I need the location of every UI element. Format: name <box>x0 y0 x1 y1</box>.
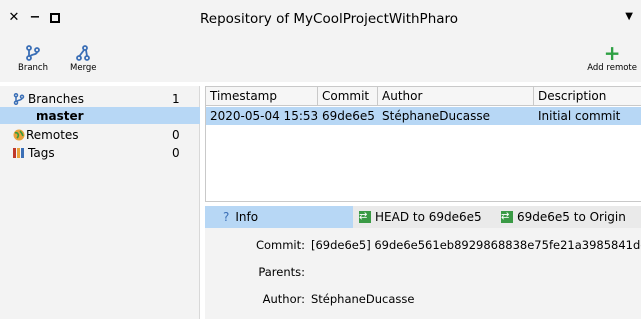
info-row-commit: Commit: [69de6e5] 69de6e561eb8929868838e… <box>205 237 641 253</box>
branch-button[interactable]: Branch <box>18 44 48 73</box>
detail-tabs: ? Info HEAD to 69de6e5 69de6e5 to Origin <box>205 206 641 228</box>
parents-label: Parents: <box>258 265 305 279</box>
repository-sidebar: Branches 1 master Remotes 0 Tags 0 <box>0 86 200 319</box>
merge-icon <box>76 44 91 62</box>
tab-info[interactable]: ? Info <box>205 206 353 228</box>
sidebar-item-branches[interactable]: Branches 1 <box>0 90 200 107</box>
sidebar-item-label: Tags <box>28 145 55 160</box>
branch-button-label: Branch <box>18 63 48 73</box>
tab-label: Info <box>235 210 259 224</box>
globe-icon <box>12 129 26 141</box>
branch-icon <box>26 44 40 62</box>
close-icon[interactable]: ✕ <box>8 11 20 25</box>
question-icon: ? <box>223 210 230 224</box>
commit-label: Commit: <box>255 238 305 252</box>
tab-head-diff[interactable]: HEAD to 69de6e5 <box>359 206 499 228</box>
merge-button[interactable]: Merge <box>70 44 97 73</box>
tab-label: HEAD to 69de6e5 <box>375 210 482 224</box>
tab-label: 69de6e5 to Origin <box>517 210 626 224</box>
cell-commit: 69de6e5 <box>322 109 375 123</box>
cell-description: Initial commit <box>538 109 621 123</box>
commit-table: Timestamp Commit Author Description 2020… <box>205 86 641 202</box>
sidebar-item-label: Branches <box>28 91 84 106</box>
diff-icon <box>359 206 371 228</box>
chevron-down-icon[interactable]: ▼ <box>625 11 633 22</box>
sidebar-item-remotes[interactable]: Remotes 0 <box>0 126 200 143</box>
toolbar: Branch Merge + Add remote <box>0 40 641 82</box>
author-label: Author: <box>262 292 305 306</box>
merge-button-label: Merge <box>70 63 97 73</box>
commit-value: [69de6e5] 69de6e561eb8929868838e75fe21a3… <box>311 238 641 252</box>
window-titlebar: ✕ − Repository of MyCoolProjectWithPharo… <box>0 0 641 40</box>
plus-icon: + <box>603 41 621 65</box>
maximize-icon[interactable] <box>50 13 60 23</box>
tags-icon <box>12 147 26 159</box>
commit-info-panel: Commit: [69de6e5] 69de6e561eb8929868838e… <box>205 228 641 319</box>
minimize-icon[interactable]: − <box>29 11 41 25</box>
sidebar-item-tags[interactable]: Tags 0 <box>0 144 200 161</box>
table-header: Timestamp Commit Author Description <box>206 87 641 106</box>
info-row-parents: Parents: <box>205 264 641 280</box>
add-remote-button-label: Add remote <box>587 63 637 73</box>
cell-author: StéphaneDucasse <box>382 109 490 123</box>
sidebar-item-master[interactable]: master <box>0 107 200 124</box>
sidebar-item-count: 1 <box>172 91 180 106</box>
diff-icon <box>501 206 513 228</box>
cell-timestamp: 2020-05-04 15:53 <box>210 109 318 123</box>
window-controls: ✕ − <box>8 11 60 25</box>
sidebar-item-label: master <box>36 108 84 123</box>
window-title: Repository of MyCoolProjectWithPharo <box>200 11 459 27</box>
column-header-commit[interactable]: Commit <box>318 87 378 106</box>
author-value: StéphaneDucasse <box>311 292 415 306</box>
column-header-timestamp[interactable]: Timestamp <box>206 87 318 106</box>
sidebar-item-count: 0 <box>172 127 180 142</box>
column-header-author[interactable]: Author <box>378 87 534 106</box>
table-row[interactable]: 2020-05-04 15:53 69de6e5 StéphaneDucasse… <box>206 107 641 125</box>
sidebar-item-label: Remotes <box>26 127 79 142</box>
sidebar-item-count: 0 <box>172 145 180 160</box>
info-row-author: Author: StéphaneDucasse <box>205 291 641 307</box>
column-header-description[interactable]: Description <box>534 87 641 106</box>
add-remote-button[interactable]: + Add remote <box>587 41 637 73</box>
tab-origin-diff[interactable]: 69de6e5 to Origin <box>501 206 641 228</box>
branch-icon <box>12 92 26 105</box>
